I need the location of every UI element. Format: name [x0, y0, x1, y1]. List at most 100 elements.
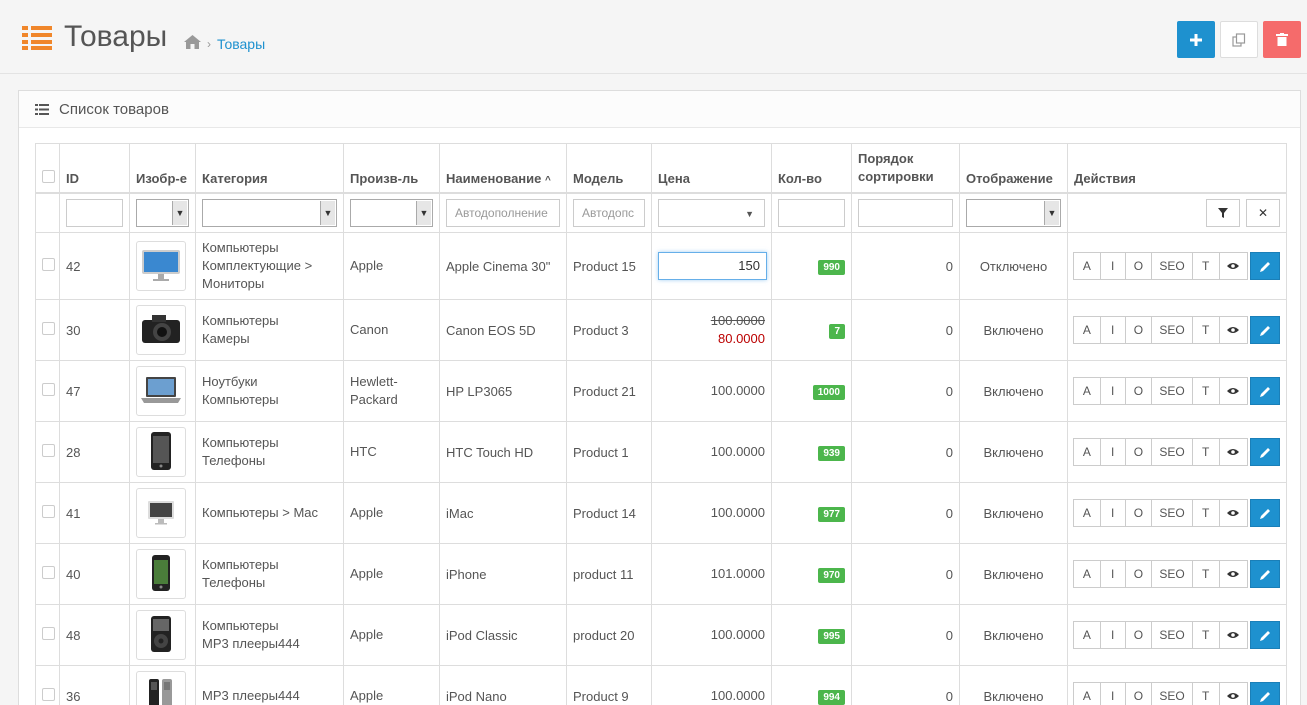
action-o-button[interactable]: O	[1124, 377, 1153, 405]
quantity-badge[interactable]: 994	[818, 689, 845, 705]
filter-sort-input[interactable]	[858, 198, 953, 227]
breadcrumb-link[interactable]: Товары	[217, 36, 265, 52]
edit-button[interactable]	[1250, 621, 1280, 649]
price-edit-input[interactable]: 150	[658, 252, 767, 280]
action-i-button[interactable]: I	[1099, 316, 1126, 344]
edit-button[interactable]	[1250, 560, 1280, 588]
action-seo-button[interactable]: SEO	[1151, 377, 1193, 405]
product-thumbnail[interactable]	[136, 305, 186, 355]
action-i-button[interactable]: I	[1099, 682, 1126, 705]
quantity-badge[interactable]: 970	[818, 567, 845, 583]
action-o-button[interactable]: O	[1124, 682, 1153, 705]
action-o-button[interactable]: O	[1124, 316, 1153, 344]
product-thumbnail[interactable]	[136, 366, 186, 416]
product-thumbnail[interactable]	[136, 671, 186, 705]
clear-filter-button[interactable]: ✕	[1246, 198, 1280, 227]
view-button[interactable]	[1218, 252, 1249, 280]
filter-image-select[interactable]: ▼	[136, 198, 189, 227]
edit-button[interactable]	[1250, 316, 1280, 344]
action-seo-button[interactable]: SEO	[1151, 438, 1193, 466]
action-t-button[interactable]: T	[1191, 377, 1220, 405]
product-thumbnail[interactable]	[136, 549, 186, 599]
action-o-button[interactable]: O	[1124, 438, 1153, 466]
action-a-button[interactable]: A	[1073, 621, 1101, 649]
quantity-badge[interactable]: 995	[818, 628, 845, 644]
action-seo-button[interactable]: SEO	[1151, 560, 1193, 588]
quantity-badge[interactable]: 1000	[812, 384, 845, 400]
quantity-badge[interactable]: 977	[818, 506, 845, 522]
action-seo-button[interactable]: SEO	[1151, 499, 1193, 527]
row-checkbox[interactable]	[42, 444, 55, 457]
copy-button[interactable]	[1220, 21, 1258, 58]
action-o-button[interactable]: O	[1124, 560, 1153, 588]
edit-button[interactable]	[1250, 499, 1280, 527]
action-t-button[interactable]: T	[1191, 316, 1220, 344]
filter-model-input[interactable]: Автодопс	[573, 198, 645, 227]
col-quantity[interactable]: Кол-во	[771, 143, 852, 194]
action-t-button[interactable]: T	[1191, 621, 1220, 649]
action-o-button[interactable]: O	[1124, 499, 1153, 527]
product-thumbnail[interactable]	[136, 427, 186, 477]
action-seo-button[interactable]: SEO	[1151, 316, 1193, 344]
col-id[interactable]: ID	[59, 143, 130, 194]
select-all-checkbox[interactable]	[42, 169, 55, 183]
action-a-button[interactable]: A	[1073, 316, 1101, 344]
action-t-button[interactable]: T	[1191, 252, 1220, 280]
view-button[interactable]	[1218, 621, 1249, 649]
action-t-button[interactable]: T	[1191, 499, 1220, 527]
action-i-button[interactable]: I	[1099, 377, 1126, 405]
action-i-button[interactable]: I	[1099, 252, 1126, 280]
action-o-button[interactable]: O	[1124, 621, 1153, 649]
filter-manufacturer-select[interactable]: ▼	[350, 198, 433, 227]
col-status[interactable]: Отображение	[959, 143, 1068, 194]
action-i-button[interactable]: I	[1099, 621, 1126, 649]
filter-button[interactable]	[1206, 198, 1241, 227]
action-a-button[interactable]: A	[1073, 438, 1101, 466]
quantity-badge[interactable]: 990	[818, 259, 845, 275]
row-checkbox[interactable]	[42, 627, 55, 640]
filter-name-input[interactable]: Автодополнение	[446, 198, 560, 227]
action-i-button[interactable]: I	[1099, 438, 1126, 466]
action-a-button[interactable]: A	[1073, 560, 1101, 588]
product-thumbnail[interactable]	[136, 241, 186, 291]
action-i-button[interactable]: I	[1099, 560, 1126, 588]
quantity-badge[interactable]: 7	[829, 323, 845, 339]
edit-button[interactable]	[1250, 682, 1280, 705]
action-a-button[interactable]: A	[1073, 499, 1101, 527]
add-button[interactable]	[1177, 21, 1215, 58]
filter-status-select[interactable]: ▼	[966, 198, 1061, 227]
row-checkbox[interactable]	[42, 688, 55, 701]
row-checkbox[interactable]	[42, 566, 55, 579]
view-button[interactable]	[1218, 316, 1249, 344]
col-name[interactable]: Наименование ^	[439, 143, 567, 194]
quantity-badge[interactable]: 939	[818, 445, 845, 461]
col-manufacturer[interactable]: Произв-ль	[343, 143, 440, 194]
action-t-button[interactable]: T	[1191, 438, 1220, 466]
filter-price-select[interactable]: ▼	[658, 198, 765, 227]
product-thumbnail[interactable]	[136, 488, 186, 538]
select-all-cell[interactable]	[35, 143, 60, 194]
action-a-button[interactable]: A	[1073, 377, 1101, 405]
view-button[interactable]	[1218, 438, 1249, 466]
delete-button[interactable]	[1263, 21, 1301, 58]
filter-category-select[interactable]: ▼	[202, 198, 337, 227]
action-seo-button[interactable]: SEO	[1151, 252, 1193, 280]
action-i-button[interactable]: I	[1099, 499, 1126, 527]
view-button[interactable]	[1218, 682, 1249, 705]
col-price[interactable]: Цена	[651, 143, 772, 194]
action-a-button[interactable]: A	[1073, 682, 1101, 705]
edit-button[interactable]	[1250, 438, 1280, 466]
col-sort-order[interactable]: Порядок сортировки	[851, 143, 960, 194]
action-t-button[interactable]: T	[1191, 560, 1220, 588]
edit-button[interactable]	[1250, 377, 1280, 405]
filter-quantity-input[interactable]	[778, 198, 845, 227]
row-checkbox[interactable]	[42, 258, 55, 271]
action-seo-button[interactable]: SEO	[1151, 682, 1193, 705]
filter-id-input[interactable]	[66, 198, 123, 227]
product-thumbnail[interactable]	[136, 610, 186, 660]
action-o-button[interactable]: O	[1124, 252, 1153, 280]
action-seo-button[interactable]: SEO	[1151, 621, 1193, 649]
home-icon[interactable]	[184, 35, 201, 52]
view-button[interactable]	[1218, 499, 1249, 527]
action-t-button[interactable]: T	[1191, 682, 1220, 705]
